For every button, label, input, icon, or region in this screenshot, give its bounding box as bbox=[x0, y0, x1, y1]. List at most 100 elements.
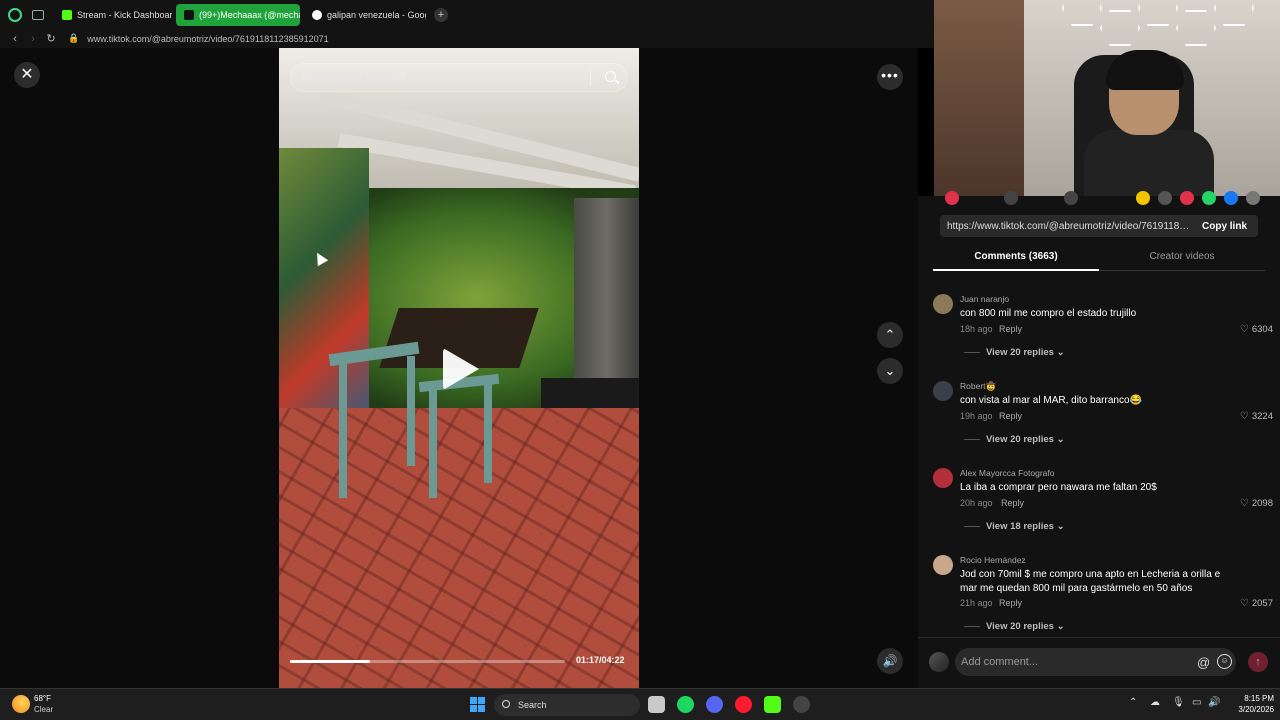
weather-condition[interactable]: Clear bbox=[34, 705, 53, 714]
add-comment-input[interactable]: Add comment... bbox=[955, 648, 1236, 676]
comment-item: Alex Mayorcca Fotografo La iba a comprar… bbox=[933, 468, 1278, 538]
tab-comments[interactable]: Comments (3663) bbox=[933, 246, 1099, 271]
copy-link-button[interactable]: Copy link bbox=[1192, 221, 1247, 232]
reply-button[interactable]: Reply bbox=[999, 598, 1022, 608]
avatar[interactable] bbox=[933, 294, 953, 314]
like-icon[interactable] bbox=[945, 191, 959, 205]
comment-like-button[interactable]: ♡ 2057 bbox=[1240, 598, 1273, 609]
screen: Stream - Kick Dashboard (99+)Mechaaax (@… bbox=[0, 0, 1280, 720]
discord-icon[interactable] bbox=[706, 696, 723, 713]
share-a-icon[interactable] bbox=[1180, 191, 1194, 205]
taskbar-search[interactable]: Search bbox=[494, 694, 640, 716]
share-link-box: https://www.tiktok.com/@abreumotriz/vide… bbox=[940, 215, 1258, 237]
comment-like-button[interactable]: ♡ 2098 bbox=[1240, 498, 1273, 509]
comment-username[interactable]: Robert🤠 bbox=[960, 381, 996, 392]
google-favicon-icon bbox=[312, 9, 322, 20]
bookmark-icon[interactable] bbox=[1064, 191, 1078, 205]
lock-icon[interactable]: 🔒 bbox=[68, 33, 79, 44]
url-field[interactable]: www.tiktok.com/@abreumotriz/video/761911… bbox=[87, 34, 328, 44]
hex-light bbox=[1062, 0, 1102, 26]
reply-button[interactable]: Reply bbox=[999, 324, 1022, 334]
chevron-up-icon[interactable]: ⌃ bbox=[1129, 697, 1137, 708]
taskbar-search-label: Search bbox=[518, 700, 547, 710]
tab-label: (99+)Mechaaax (@mecha bbox=[199, 9, 300, 20]
comment-username[interactable]: Rocio Hernández bbox=[960, 555, 1026, 565]
close-button[interactable]: ✕ bbox=[14, 62, 40, 88]
hex-light bbox=[1214, 0, 1254, 26]
embed-icon[interactable] bbox=[1136, 191, 1150, 205]
file-explorer-icon[interactable] bbox=[648, 696, 665, 713]
heart-icon: ♡ bbox=[1239, 498, 1249, 509]
facebook-icon[interactable] bbox=[1224, 191, 1238, 205]
video-frame-chair bbox=[429, 388, 437, 498]
send-icon[interactable] bbox=[1158, 191, 1172, 205]
cloud-icon[interactable]: ☁ bbox=[1150, 697, 1160, 708]
webcam-cabinet bbox=[934, 0, 1024, 196]
volume-button[interactable]: 🔊 bbox=[877, 648, 903, 674]
microphone-icon[interactable]: 🎙 bbox=[1172, 697, 1185, 708]
hex-light bbox=[1176, 10, 1216, 46]
view-replies-button[interactable]: View 20 replies ⌄ bbox=[964, 347, 1065, 358]
weather-temperature[interactable]: 68°F bbox=[34, 694, 51, 703]
clock-date[interactable]: 3/20/2026 bbox=[1226, 705, 1274, 714]
view-replies-button[interactable]: View 20 replies ⌄ bbox=[964, 621, 1065, 632]
kick-icon[interactable] bbox=[764, 696, 781, 713]
tab-google-search[interactable]: galipan venezuela - Googl bbox=[304, 4, 426, 26]
comment-time: 19h ago bbox=[960, 411, 993, 421]
tab-kick-dashboard[interactable]: Stream - Kick Dashboard bbox=[54, 4, 172, 26]
comment-username[interactable]: Juan naranjo bbox=[960, 294, 1009, 304]
streamer-body bbox=[1084, 130, 1214, 196]
opera-gx-icon[interactable] bbox=[735, 696, 752, 713]
view-replies-button[interactable]: View 18 replies ⌄ bbox=[964, 521, 1065, 532]
browser-tab-bar: Stream - Kick Dashboard (99+)Mechaaax (@… bbox=[0, 0, 934, 29]
forward-icon[interactable]: › bbox=[24, 33, 42, 45]
reply-button[interactable]: Reply bbox=[1001, 498, 1024, 508]
new-tab-button[interactable]: + bbox=[434, 7, 448, 22]
weather-icon[interactable] bbox=[12, 695, 30, 713]
more-options-button[interactable]: ••• bbox=[877, 64, 903, 90]
find-related-search[interactable]: Find related content bbox=[290, 63, 628, 92]
search-icon[interactable] bbox=[605, 71, 616, 82]
avatar[interactable] bbox=[933, 468, 953, 488]
reload-icon[interactable]: ↻ bbox=[42, 32, 60, 45]
mention-icon[interactable]: @ bbox=[1197, 655, 1210, 670]
network-icon[interactable]: ▭ bbox=[1192, 697, 1201, 708]
comment-icon[interactable] bbox=[1004, 191, 1018, 205]
settings-icon[interactable] bbox=[793, 696, 810, 713]
workspace-icon[interactable] bbox=[32, 9, 44, 20]
tab-creator-videos[interactable]: Creator videos bbox=[1099, 246, 1265, 271]
video-player[interactable]: Find related content 01:17/04:22 bbox=[279, 48, 639, 688]
whatsapp-icon[interactable] bbox=[1202, 191, 1216, 205]
spotify-icon[interactable] bbox=[677, 696, 694, 713]
share-url[interactable]: https://www.tiktok.com/@abreumotriz/vide… bbox=[940, 221, 1192, 232]
next-video-button[interactable]: ⌄ bbox=[877, 358, 903, 384]
browser-logo-icon[interactable] bbox=[8, 7, 22, 22]
start-button[interactable] bbox=[470, 697, 485, 712]
avatar[interactable] bbox=[933, 381, 953, 401]
comment-username[interactable]: Alex Mayorcca Fotografo bbox=[960, 468, 1054, 478]
comment-like-button[interactable]: ♡ 3224 bbox=[1240, 411, 1273, 422]
clock-time[interactable]: 8:15 PM bbox=[1234, 694, 1274, 703]
comment-item: Robert🤠 con vista al mar al MAR, dito ba… bbox=[933, 381, 1278, 451]
video-frame-chair bbox=[339, 358, 347, 498]
tab-label: Stream - Kick Dashboard bbox=[77, 9, 172, 20]
view-replies-button[interactable]: View 20 replies ⌄ bbox=[964, 434, 1065, 445]
previous-video-button[interactable]: ⌃ bbox=[877, 322, 903, 348]
speaker-icon[interactable]: 🔊 bbox=[1208, 697, 1220, 708]
reply-button[interactable]: Reply bbox=[999, 411, 1022, 421]
share-more-icon[interactable] bbox=[1246, 191, 1260, 205]
tiktok-favicon-icon bbox=[184, 9, 194, 20]
post-comment-button[interactable]: ↑ bbox=[1248, 652, 1268, 672]
video-stage: ✕ Find related content 01:17/04:22 ••• ⌃… bbox=[0, 48, 918, 688]
emoji-icon[interactable]: ☺ bbox=[1217, 654, 1232, 669]
view-replies-label: View 20 replies bbox=[986, 621, 1054, 632]
comment-like-button[interactable]: ♡ 6304 bbox=[1240, 324, 1273, 335]
play-icon[interactable] bbox=[443, 348, 479, 390]
back-icon[interactable]: ‹ bbox=[6, 33, 24, 45]
like-count: 2057 bbox=[1251, 598, 1273, 609]
tab-tiktok[interactable]: (99+)Mechaaax (@mecha bbox=[176, 3, 300, 26]
avatar[interactable] bbox=[933, 555, 953, 575]
video-progress-bar[interactable] bbox=[290, 660, 565, 663]
start-logo-quadrant bbox=[470, 705, 477, 712]
search-icon bbox=[502, 700, 510, 708]
